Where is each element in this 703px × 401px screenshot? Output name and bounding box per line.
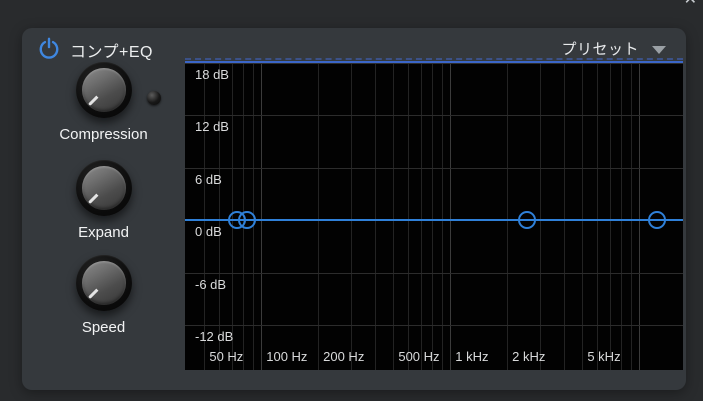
gridline-vertical-major <box>261 63 262 370</box>
eq-top-dashed-line <box>185 58 683 60</box>
eq-band-handle[interactable] <box>648 211 666 229</box>
preset-label: プリセット <box>561 38 639 59</box>
gridline-vertical <box>442 63 443 370</box>
gridline-horizontal <box>185 325 683 326</box>
gridline-vertical <box>408 63 409 370</box>
y-tick-label: 6 dB <box>195 172 222 187</box>
y-tick-label: 0 dB <box>195 224 222 239</box>
knob-face <box>82 261 126 305</box>
y-tick-label: 18 dB <box>195 67 229 82</box>
speed-control: Speed <box>22 255 185 336</box>
gridline-vertical <box>582 63 583 370</box>
expand-control: Expand <box>22 160 185 241</box>
gridline-vertical <box>432 63 433 370</box>
gridline-vertical <box>621 63 622 370</box>
gridline-vertical <box>631 63 632 370</box>
eq-band-handle[interactable] <box>518 211 536 229</box>
gridline-vertical <box>507 63 508 370</box>
gridline-vertical <box>204 63 205 370</box>
knob-pointer <box>88 187 105 204</box>
x-tick-label: 200 Hz <box>323 349 364 364</box>
gridline-vertical <box>610 63 611 370</box>
compression-control: Compression <box>22 62 185 143</box>
eq-graph: 18 dB 12 dB 6 dB 0 dB -6 dB -12 dB 50 Hz 100 Hz… <box>185 61 683 370</box>
panel-title: コンプ+EQ <box>70 38 153 62</box>
gridline-horizontal <box>185 63 683 64</box>
expand-knob[interactable] <box>76 160 132 216</box>
x-tick-label: 2 kHz <box>512 349 545 364</box>
gridline-horizontal <box>185 168 683 169</box>
x-tick-label: 1 kHz <box>455 349 488 364</box>
y-tick-label: 12 dB <box>195 119 229 134</box>
chevron-down-icon <box>652 46 666 54</box>
gridline-vertical <box>393 63 394 370</box>
speed-label: Speed <box>22 319 185 336</box>
close-icon[interactable]: ✕ <box>684 0 697 8</box>
knob-pointer <box>88 282 105 299</box>
gridline-vertical-major <box>450 63 451 370</box>
gridline-vertical <box>540 63 541 370</box>
gridline-vertical-major <box>639 63 640 370</box>
power-icon[interactable] <box>38 37 60 59</box>
gridline-vertical <box>318 63 319 370</box>
compression-label: Compression <box>22 126 185 143</box>
x-tick-label: 100 Hz <box>266 349 307 364</box>
preset-dropdown[interactable]: プリセット <box>561 38 666 59</box>
expand-label: Expand <box>22 224 185 241</box>
speed-knob[interactable] <box>76 255 132 311</box>
x-tick-label: 500 Hz <box>398 349 439 364</box>
gridline-vertical <box>597 63 598 370</box>
gridline-horizontal <box>185 273 683 274</box>
gridline-horizontal <box>185 115 683 116</box>
eq-plot-area[interactable]: 18 dB 12 dB 6 dB 0 dB -6 dB -12 dB 50 Hz 100 Hz… <box>185 61 683 370</box>
compression-knob[interactable] <box>76 62 132 118</box>
knob-pointer <box>88 89 105 106</box>
gridline-vertical <box>375 63 376 370</box>
gridline-vertical <box>351 63 352 370</box>
y-tick-label: -12 dB <box>195 329 233 344</box>
x-tick-label: 5 kHz <box>587 349 620 364</box>
comp-eq-panel: コンプ+EQ プリセット Compression Expand Speed 18… <box>22 28 686 390</box>
knob-face <box>82 68 126 112</box>
x-tick-label: 50 Hz <box>209 349 243 364</box>
gridline-vertical <box>421 63 422 370</box>
y-tick-label: -6 dB <box>195 277 226 292</box>
knob-face <box>82 166 126 210</box>
eq-curve-line <box>185 219 683 221</box>
gridline-vertical <box>564 63 565 370</box>
gridline-vertical <box>219 63 220 370</box>
